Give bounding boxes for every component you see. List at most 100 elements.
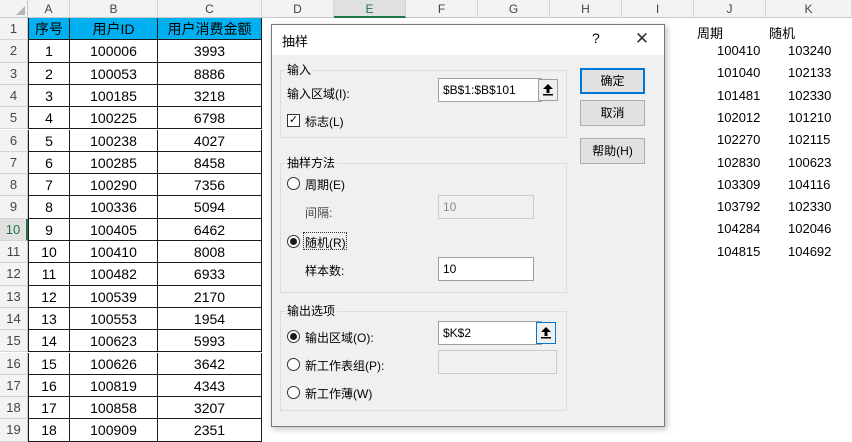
- random-sample-value[interactable]: 101210: [788, 110, 831, 125]
- new-worksheet-field[interactable]: [438, 350, 557, 374]
- row-header-13[interactable]: 13: [0, 285, 28, 308]
- table-cell[interactable]: 8: [28, 196, 70, 219]
- table-cell[interactable]: 14: [28, 330, 70, 353]
- table-cell[interactable]: 5993: [158, 330, 262, 353]
- table-cell[interactable]: 8458: [158, 151, 262, 175]
- help-button[interactable]: 帮助(H): [580, 138, 645, 164]
- interval-field[interactable]: 10: [438, 195, 534, 219]
- table-cell[interactable]: 4027: [158, 129, 262, 152]
- column-header-f[interactable]: F: [406, 0, 478, 18]
- table-cell[interactable]: 3: [28, 84, 70, 108]
- table-cell[interactable]: 2170: [158, 285, 262, 308]
- output-range-collapse-button[interactable]: [536, 322, 556, 344]
- table-cell[interactable]: 100539: [70, 285, 158, 308]
- column-header-b[interactable]: B: [70, 0, 158, 18]
- random-sample-value[interactable]: 102133: [788, 65, 831, 80]
- ok-button[interactable]: 确定: [580, 68, 645, 94]
- select-all-corner[interactable]: [0, 0, 28, 18]
- column-header-j[interactable]: J: [694, 0, 766, 18]
- row-header-5[interactable]: 5: [0, 107, 28, 130]
- table-cell[interactable]: 17: [28, 397, 70, 420]
- row-header-2[interactable]: 2: [0, 40, 28, 63]
- table-cell[interactable]: 5094: [158, 196, 262, 219]
- periodic-sample-value[interactable]: 102012: [717, 110, 760, 125]
- row-header-4[interactable]: 4: [0, 84, 28, 108]
- periodic-sample-value[interactable]: 103792: [717, 199, 760, 214]
- random-sample-value[interactable]: 104116: [788, 177, 830, 192]
- periodic-sample-value[interactable]: 104284: [717, 221, 760, 236]
- table-cell[interactable]: 18: [28, 419, 70, 442]
- row-header-6[interactable]: 6: [0, 129, 28, 152]
- table-cell[interactable]: 6798: [158, 107, 262, 130]
- table-cell[interactable]: 2351: [158, 419, 262, 442]
- table-cell[interactable]: 100405: [70, 218, 158, 241]
- table-header-cell[interactable]: 用户消费金额: [158, 18, 262, 41]
- row-header-8[interactable]: 8: [0, 174, 28, 197]
- periodic-sample-value[interactable]: 100410: [717, 43, 760, 58]
- table-header-cell[interactable]: 用户ID: [70, 18, 158, 41]
- table-cell[interactable]: 4343: [158, 374, 262, 398]
- table-cell[interactable]: 100285: [70, 151, 158, 175]
- column-header-h[interactable]: H: [550, 0, 622, 18]
- table-cell[interactable]: 13: [28, 307, 70, 331]
- table-cell[interactable]: 100626: [70, 352, 158, 375]
- row-header-12[interactable]: 12: [0, 263, 28, 286]
- output-range-radio[interactable]: [287, 330, 300, 343]
- table-cell[interactable]: 3642: [158, 352, 262, 375]
- table-cell[interactable]: 100006: [70, 40, 158, 63]
- row-header-7[interactable]: 7: [0, 151, 28, 175]
- periodic-sample-value[interactable]: 103309: [717, 177, 760, 192]
- table-cell[interactable]: 6933: [158, 263, 262, 286]
- input-range-collapse-button[interactable]: [538, 79, 558, 101]
- table-cell[interactable]: 6: [28, 151, 70, 175]
- table-cell[interactable]: 10: [28, 241, 70, 264]
- row-header-17[interactable]: 17: [0, 374, 28, 398]
- row-header-3[interactable]: 3: [0, 62, 28, 85]
- table-cell[interactable]: 100053: [70, 62, 158, 85]
- random-sample-value[interactable]: 100623: [788, 155, 831, 170]
- table-cell[interactable]: 100819: [70, 374, 158, 398]
- table-cell[interactable]: 3993: [158, 40, 262, 63]
- periodic-sample-value[interactable]: 101040: [717, 65, 760, 80]
- table-cell[interactable]: 16: [28, 374, 70, 398]
- periodic-sample-value[interactable]: 104815: [717, 244, 760, 259]
- column-header-e[interactable]: E: [334, 0, 406, 18]
- column-header-i[interactable]: I: [622, 0, 694, 18]
- dialog-titlebar[interactable]: 抽样 ? ✕: [272, 25, 664, 55]
- table-cell[interactable]: 1954: [158, 307, 262, 331]
- table-cell[interactable]: 4: [28, 107, 70, 130]
- table-cell[interactable]: 100553: [70, 307, 158, 331]
- table-cell[interactable]: 100623: [70, 330, 158, 353]
- table-cell[interactable]: 100336: [70, 196, 158, 219]
- table-cell[interactable]: 100482: [70, 263, 158, 286]
- row-header-10[interactable]: 10: [0, 218, 28, 241]
- row-header-18[interactable]: 18: [0, 397, 28, 420]
- random-sample-value[interactable]: 102330: [788, 88, 831, 103]
- column-header-d[interactable]: D: [262, 0, 334, 18]
- help-icon[interactable]: ?: [592, 30, 600, 46]
- periodic-radio[interactable]: [287, 177, 300, 190]
- column-header-g[interactable]: G: [478, 0, 550, 18]
- table-cell[interactable]: 5: [28, 129, 70, 152]
- row-header-9[interactable]: 9: [0, 196, 28, 219]
- table-cell[interactable]: 1: [28, 40, 70, 63]
- row-header-19[interactable]: 19: [0, 419, 28, 442]
- row-header-11[interactable]: 11: [0, 241, 28, 264]
- table-cell[interactable]: 100909: [70, 419, 158, 442]
- sample-count-field[interactable]: 10: [438, 257, 534, 281]
- table-cell[interactable]: 100858: [70, 397, 158, 420]
- input-range-field[interactable]: $B$1:$B$101: [438, 78, 542, 102]
- row-header-1[interactable]: 1: [0, 18, 28, 41]
- table-cell[interactable]: 11: [28, 263, 70, 286]
- new-workbook-radio[interactable]: [287, 386, 300, 399]
- cancel-button[interactable]: 取消: [580, 100, 645, 126]
- row-header-14[interactable]: 14: [0, 307, 28, 331]
- new-worksheet-radio[interactable]: [287, 358, 300, 371]
- table-cell[interactable]: 2: [28, 62, 70, 85]
- column-header-a[interactable]: A: [28, 0, 70, 18]
- row-header-16[interactable]: 16: [0, 352, 28, 375]
- table-cell[interactable]: 8886: [158, 62, 262, 85]
- random-sample-value[interactable]: 102330: [788, 199, 831, 214]
- table-cell[interactable]: 100185: [70, 84, 158, 108]
- random-sample-value[interactable]: 102115: [788, 132, 830, 147]
